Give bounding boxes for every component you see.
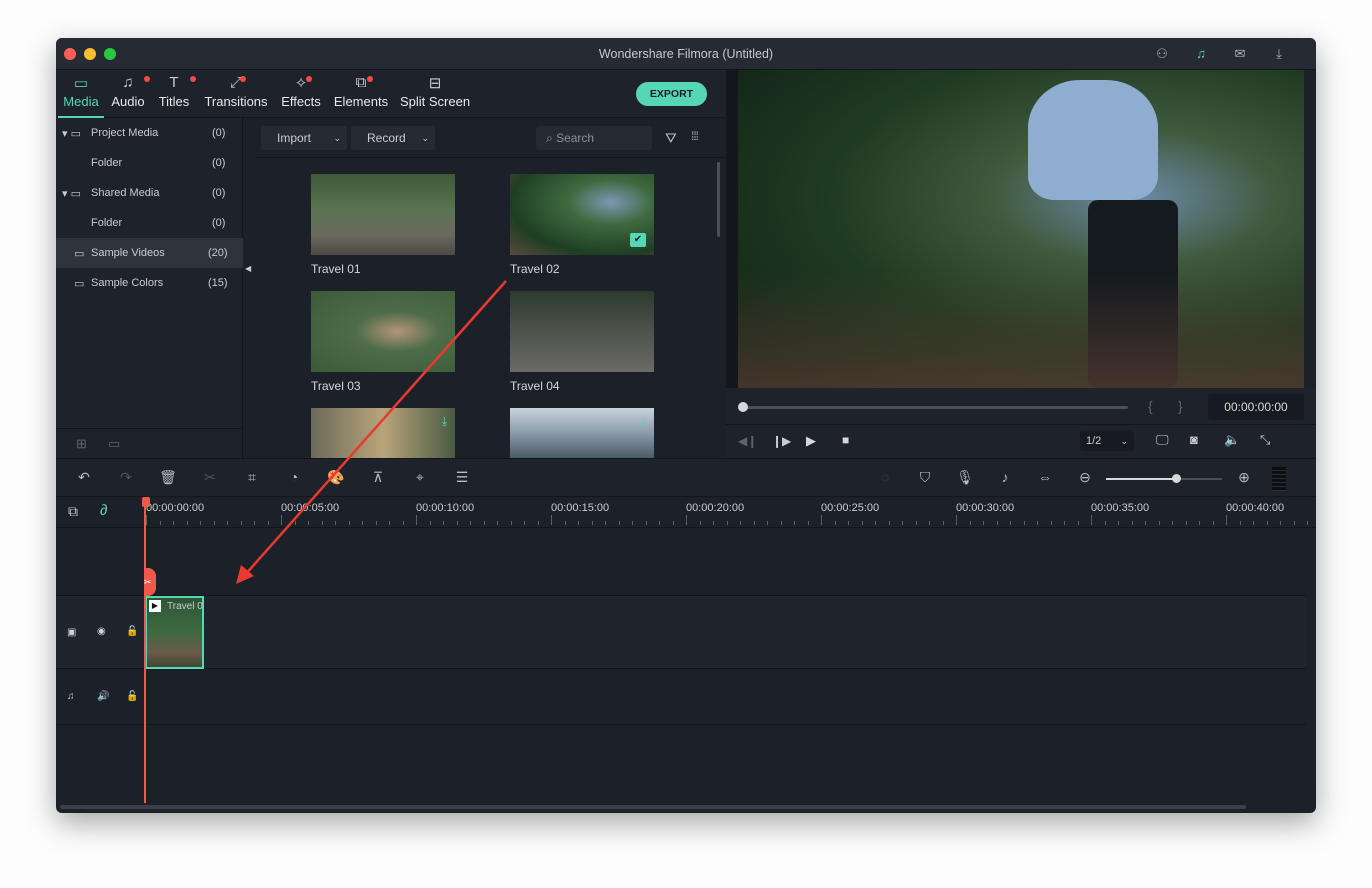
annotation-arrow <box>236 280 507 584</box>
arrow-line <box>243 280 507 577</box>
